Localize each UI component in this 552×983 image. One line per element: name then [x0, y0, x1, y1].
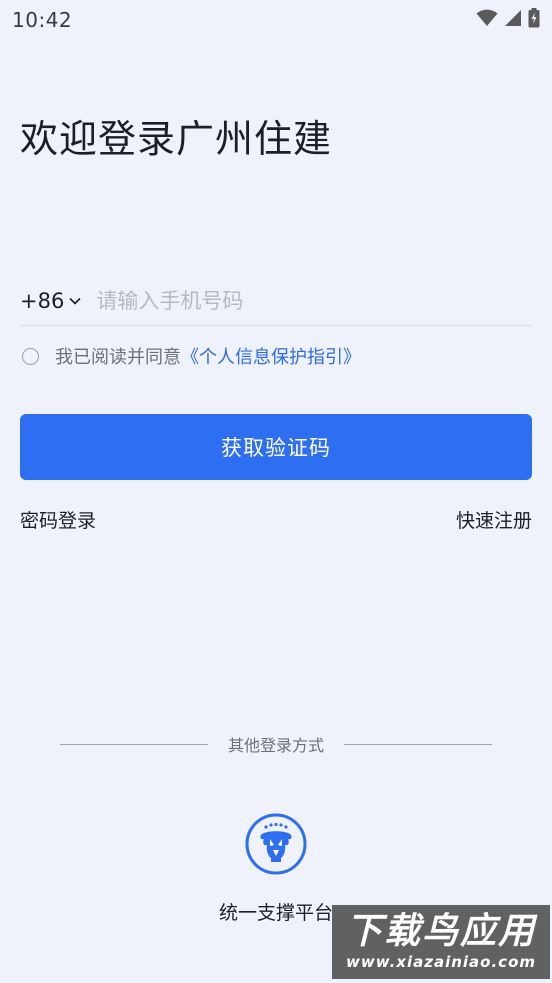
agreement-text: 我已阅读并同意: [55, 347, 181, 368]
quick-register-link[interactable]: 快速注册: [456, 506, 532, 533]
status-time: 10:42: [12, 8, 73, 32]
agreement-row: 我已阅读并同意 《个人信息保护指引》: [22, 342, 361, 370]
privacy-guide-link[interactable]: 《个人信息保护指引》: [181, 343, 361, 369]
other-login-divider: 其他登录方式: [60, 730, 493, 758]
signal-icon: [504, 9, 522, 31]
page-title: 欢迎登录广州住建: [20, 117, 333, 161]
status-icons: [476, 8, 540, 32]
agreement-radio[interactable]: [22, 347, 39, 365]
status-bar: 10:42: [0, 0, 552, 40]
chevron-down-icon[interactable]: [68, 296, 82, 306]
other-login-heading: 其他登录方式: [228, 736, 325, 755]
watermark-url: www.xiazainiao.com: [345, 953, 537, 971]
wifi-icon: [476, 9, 498, 31]
country-code-selector[interactable]: +86: [20, 289, 64, 313]
password-login-link[interactable]: 密码登录: [20, 506, 96, 533]
watermark: 下载鸟应用 www.xiazainiao.com: [332, 905, 550, 979]
unified-platform-logo-icon[interactable]: [244, 812, 308, 876]
unified-platform-label[interactable]: 统一支撑平台: [219, 898, 333, 925]
get-verification-code-button[interactable]: 获取验证码: [20, 414, 532, 480]
watermark-main: 下载鸟应用: [345, 911, 536, 952]
phone-number-input[interactable]: [96, 280, 532, 321]
battery-icon: [528, 8, 540, 32]
divider-line-left: [60, 743, 208, 745]
phone-input-row: +86: [20, 276, 532, 326]
divider-line-right: [344, 743, 493, 745]
